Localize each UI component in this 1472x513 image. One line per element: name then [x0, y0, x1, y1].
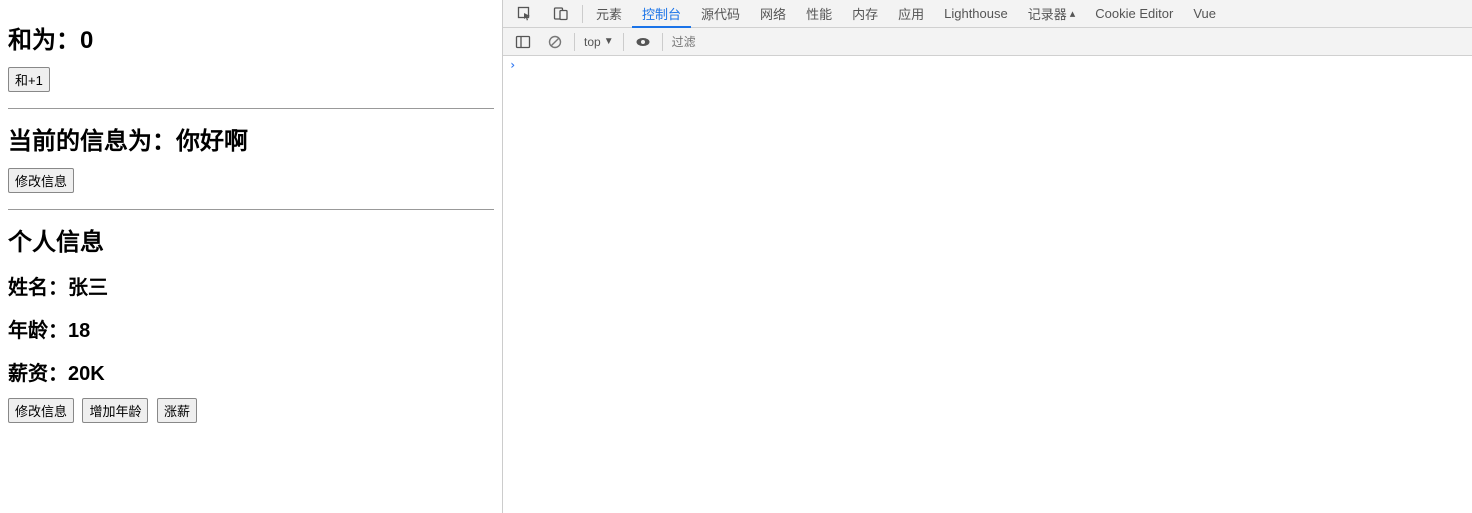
separator [662, 33, 663, 51]
tab-lighthouse[interactable]: Lighthouse [934, 0, 1018, 28]
toggle-device-icon[interactable] [543, 0, 579, 28]
person-name-label: 姓名： [8, 277, 68, 299]
context-label: top [584, 35, 601, 49]
info-value: 你好啊 [176, 128, 248, 155]
info-label: 当前的信息为： [8, 128, 176, 155]
person-section: 个人信息 姓名：张三 年龄：18 薪资：20K 修改信息 增加年龄 涨薪 [8, 222, 494, 433]
info-heading: 当前的信息为：你好啊 [8, 121, 494, 156]
person-name-value: 张三 [68, 277, 108, 299]
tab-recorder-label: 记录器 [1028, 4, 1067, 23]
tab-recorder[interactable]: 记录器 ▴ [1018, 0, 1086, 28]
person-age-value: 18 [68, 320, 90, 342]
info-section: 当前的信息为：你好啊 修改信息 [8, 121, 494, 210]
sum-heading: 和为：0 [8, 20, 494, 55]
clear-console-icon[interactable] [539, 28, 571, 56]
tab-console[interactable]: 控制台 [632, 0, 691, 28]
page-content: 和为：0 和+1 当前的信息为：你好啊 修改信息 个人信息 姓名：张三 年龄：1… [0, 0, 502, 513]
devtools-tab-strip: 元素 控制台 源代码 网络 性能 内存 应用 Lighthouse 记录器 ▴ … [503, 0, 1472, 28]
tab-performance[interactable]: 性能 [796, 0, 842, 28]
tab-network[interactable]: 网络 [750, 0, 796, 28]
live-expression-icon[interactable] [627, 28, 659, 56]
sum-label: 和为： [8, 27, 80, 54]
person-salary-row: 薪资：20K [8, 357, 494, 386]
person-age-label: 年龄： [8, 320, 68, 342]
tab-elements[interactable]: 元素 [586, 0, 632, 28]
experimental-icon: ▴ [1070, 7, 1076, 20]
sum-section: 和为：0 和+1 [8, 20, 494, 109]
tab-vue[interactable]: Vue [1183, 0, 1226, 28]
sum-value: 0 [80, 27, 93, 54]
separator [582, 5, 583, 23]
person-salary-label: 薪资： [8, 363, 68, 385]
divider [8, 108, 494, 109]
increase-age-button[interactable]: 增加年龄 [82, 398, 148, 423]
separator [574, 33, 575, 51]
tab-application[interactable]: 应用 [888, 0, 934, 28]
console-prompt-icon: › [509, 58, 516, 72]
modify-person-button[interactable]: 修改信息 [8, 398, 74, 423]
person-salary-value: 20K [68, 363, 105, 385]
context-selector[interactable]: top ▼ [578, 28, 620, 56]
console-toolbar: top ▼ [503, 28, 1472, 56]
console-output[interactable]: › [503, 56, 1472, 513]
separator [623, 33, 624, 51]
divider [8, 209, 494, 210]
raise-salary-button[interactable]: 涨薪 [157, 398, 197, 423]
toggle-sidebar-icon[interactable] [507, 28, 539, 56]
chevron-down-icon: ▼ [604, 36, 614, 47]
filter-input[interactable] [666, 33, 1468, 51]
person-name-row: 姓名：张三 [8, 271, 494, 300]
modify-info-button[interactable]: 修改信息 [8, 168, 74, 193]
person-heading: 个人信息 [8, 222, 494, 257]
tab-memory[interactable]: 内存 [842, 0, 888, 28]
tab-sources[interactable]: 源代码 [691, 0, 750, 28]
devtools-panel: 元素 控制台 源代码 网络 性能 内存 应用 Lighthouse 记录器 ▴ … [502, 0, 1472, 513]
tab-cookie-editor[interactable]: Cookie Editor [1085, 0, 1183, 28]
inspect-element-icon[interactable] [507, 0, 543, 28]
person-age-row: 年龄：18 [8, 314, 494, 343]
sum-increment-button[interactable]: 和+1 [8, 67, 50, 92]
